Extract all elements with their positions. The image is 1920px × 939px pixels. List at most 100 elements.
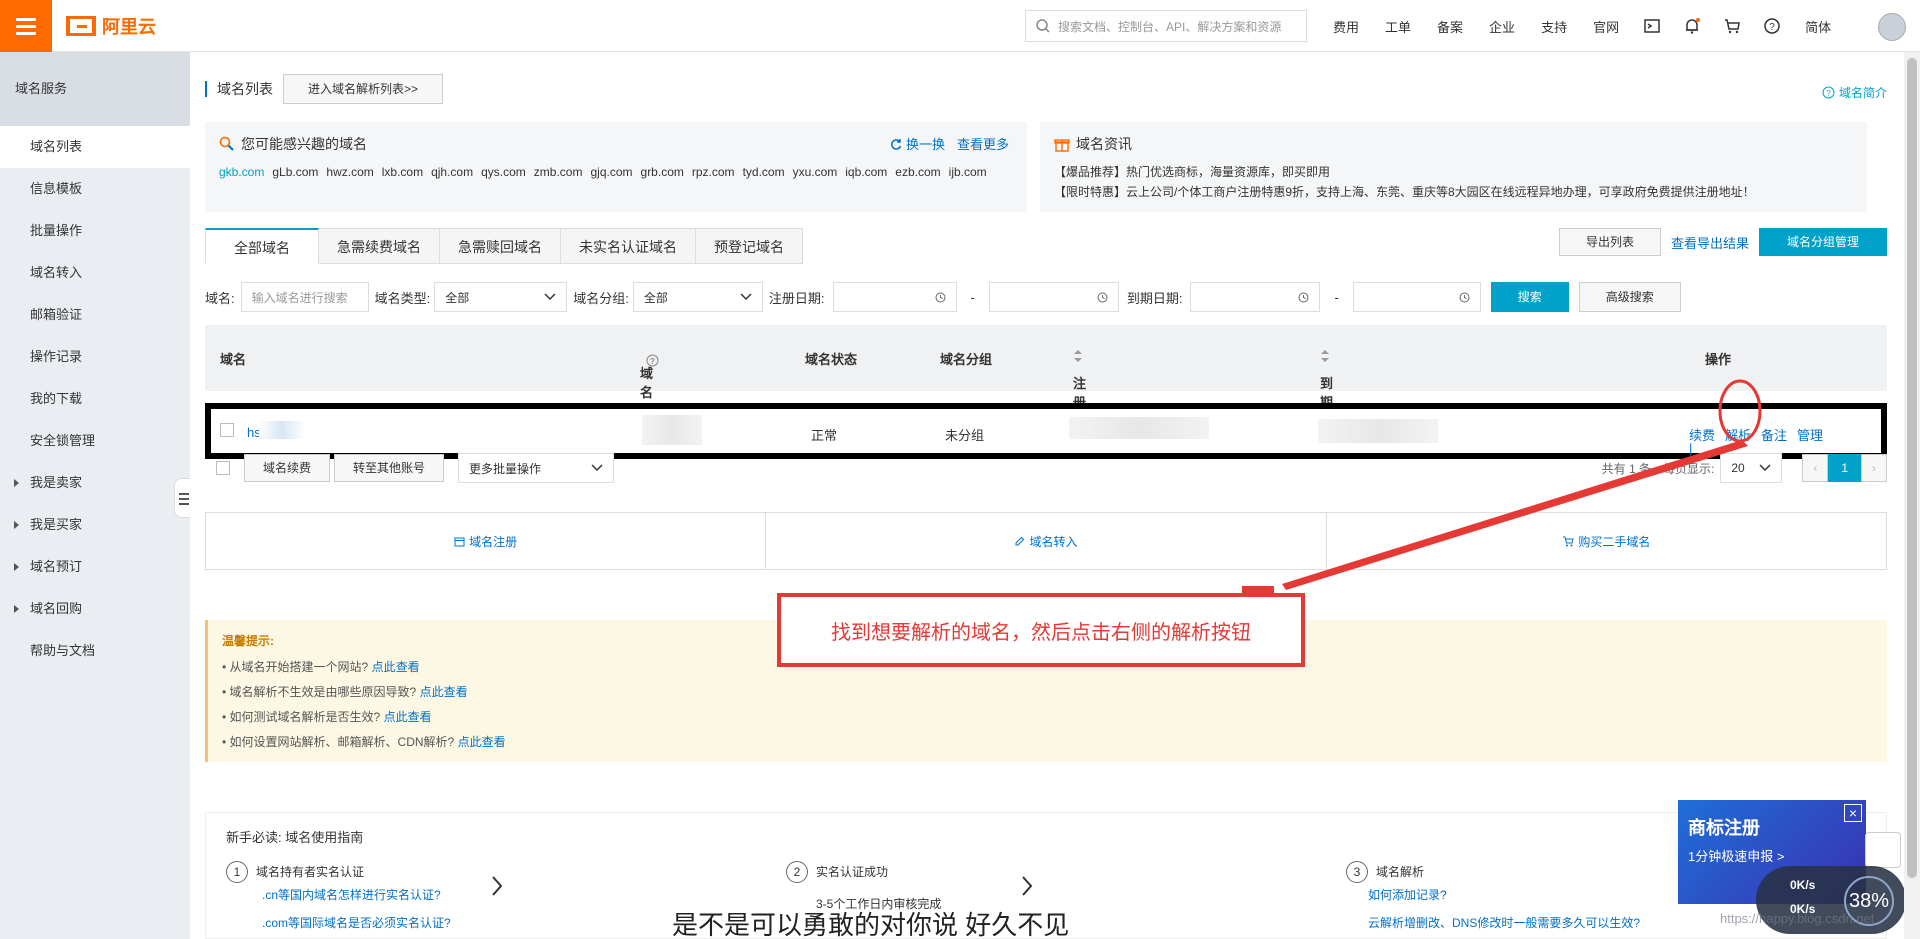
video-subtitle: 是不是可以勇敢的对你说 好久不见 xyxy=(672,910,1070,939)
sidebar-item[interactable]: 帮助与文档 xyxy=(0,630,190,672)
sidebar-item[interactable]: 我是买家 xyxy=(0,504,190,546)
page-size-select[interactable]: 20 xyxy=(1720,453,1783,483)
advanced-search-button[interactable]: 高级搜索 xyxy=(1578,282,1681,312)
suggested-domain-link[interactable]: ezb.com xyxy=(895,165,940,179)
nav-website[interactable]: 官网 xyxy=(1593,17,1619,36)
group-select[interactable]: 全部 xyxy=(632,282,763,312)
sidebar-item[interactable]: 域名预订 xyxy=(0,546,190,588)
transfer-domain-button[interactable]: 域名转入 xyxy=(766,513,1327,569)
resolve-link[interactable]: 解析 xyxy=(1725,425,1751,444)
suggested-domain-link[interactable]: gkb.com xyxy=(219,165,264,179)
aliyun-logo[interactable]: 阿里云 xyxy=(66,14,156,38)
sidebar-item[interactable]: 我是卖家 xyxy=(0,462,190,504)
tab-unverified[interactable]: 未实名认证域名 xyxy=(561,228,696,264)
suggested-domain-link[interactable]: grb.com xyxy=(641,165,684,179)
next-page-button[interactable]: › xyxy=(1861,454,1887,482)
menu-icon[interactable] xyxy=(0,0,52,52)
search-button[interactable]: 搜索 xyxy=(1490,282,1569,312)
global-search-input[interactable]: 搜索文档、控制台、API、解决方案和资源 xyxy=(1025,10,1307,42)
group-manage-button[interactable]: 域名分组管理 xyxy=(1758,228,1887,256)
export-list-button[interactable]: 导出列表 xyxy=(1558,228,1661,256)
suggested-domain-link[interactable]: yxu.com xyxy=(793,165,838,179)
suggested-domains-panel: 您可能感兴趣的域名 换一换 查看更多 gkb.com gLb.com hwz.com… xyxy=(205,122,1027,212)
row-checkbox[interactable] xyxy=(220,423,234,437)
exp-date-end[interactable] xyxy=(1352,282,1481,312)
tab-redeem-needed[interactable]: 急需赎回域名 xyxy=(440,228,561,264)
news-line-2[interactable]: 【限时特惠】云上公司/个体工商户注册特惠9折，支持上海、东莞、重庆等8大园区在线… xyxy=(1054,182,1853,202)
lang-switch[interactable]: 简体 xyxy=(1805,17,1831,36)
bulk-renew-button[interactable]: 域名续费 xyxy=(244,454,331,482)
view-export-link[interactable]: 查看导出结果 xyxy=(1671,233,1749,252)
sidebar-item[interactable]: 批量操作 xyxy=(0,210,190,252)
suggested-domain-link[interactable]: gjq.com xyxy=(590,165,632,179)
transfer-account-button[interactable]: 转至其他账号 xyxy=(334,454,445,482)
view-more-link[interactable]: 查看更多 xyxy=(957,134,1009,153)
suggested-domain-link[interactable]: iqb.com xyxy=(845,165,887,179)
scrollbar[interactable] xyxy=(1904,52,1920,939)
scrollbar-thumb[interactable] xyxy=(1907,58,1917,878)
sidebar-item[interactable]: 我的下载 xyxy=(0,378,190,420)
suggested-domain-link[interactable]: tyd.com xyxy=(743,165,785,179)
refresh-link[interactable]: 换一换 xyxy=(890,134,945,153)
tab-renew-needed[interactable]: 急需续费域名 xyxy=(319,228,440,264)
nav-fees[interactable]: 费用 xyxy=(1333,17,1359,36)
tab-all-domains[interactable]: 全部域名 xyxy=(205,228,319,264)
sidebar-item[interactable]: 邮箱验证 xyxy=(0,294,190,336)
nav-support[interactable]: 支持 xyxy=(1541,17,1567,36)
page-1-button[interactable]: 1 xyxy=(1828,454,1861,482)
reg-date-end[interactable] xyxy=(988,282,1119,312)
domain-search-input[interactable]: 输入域名进行搜索 xyxy=(240,282,369,312)
suggested-domain-link[interactable]: gLb.com xyxy=(272,165,318,179)
suggested-domain-link[interactable]: lxb.com xyxy=(382,165,423,179)
nav-enterprise[interactable]: 企业 xyxy=(1489,17,1515,36)
renew-link[interactable]: 续费 xyxy=(1689,425,1715,444)
sidebar-item[interactable]: 操作记录 xyxy=(0,336,190,378)
news-line-1[interactable]: 【爆品推荐】热门优选商标，海量资源库，即买即用 xyxy=(1054,162,1853,182)
suggested-domain-link[interactable]: qjh.com xyxy=(431,165,473,179)
remark-link[interactable]: 备注 xyxy=(1761,425,1787,444)
suggested-domain-link[interactable]: ijb.com xyxy=(949,165,987,179)
chat-icon[interactable] xyxy=(1865,832,1901,868)
domain-intro-link[interactable]: ? 域名简介 xyxy=(1822,84,1887,101)
type-select[interactable]: 全部 xyxy=(434,282,568,312)
more-bulk-select[interactable]: 更多批量操作 xyxy=(458,453,615,483)
nav-tickets[interactable]: 工单 xyxy=(1385,17,1411,36)
register-domain-button[interactable]: 域名注册 xyxy=(206,513,767,569)
buy-used-domain-button[interactable]: 购买二手域名 xyxy=(1327,513,1886,569)
tip-link[interactable]: 点此查看 xyxy=(458,735,506,749)
sidebar-item-label: 域名预订 xyxy=(30,559,83,574)
guide-link[interactable]: .cn等国内域名怎样进行实名认证? xyxy=(262,885,451,905)
avatar[interactable] xyxy=(1878,13,1906,41)
col-exp-date[interactable]: 到期日期 xyxy=(1320,349,1333,448)
sidebar-item[interactable]: 安全锁管理 xyxy=(0,420,190,462)
manage-link[interactable]: 管理 xyxy=(1797,425,1823,444)
reg-date-start[interactable] xyxy=(832,282,957,312)
sidebar-item[interactable]: 域名回购 xyxy=(0,588,190,630)
guide-link[interactable]: .com等国际域名是否必须实名认证? xyxy=(262,905,451,939)
suggested-domain-link[interactable]: hwz.com xyxy=(326,165,373,179)
tip-link[interactable]: 点此查看 xyxy=(372,660,420,674)
prev-page-button[interactable]: ‹ xyxy=(1802,454,1829,482)
select-all-checkbox[interactable] xyxy=(216,461,230,475)
guide-link[interactable]: 云解析增删改、DNS修改时一般需要多久可以生效? xyxy=(1368,905,1640,939)
guide-link[interactable]: 如何添加记录? xyxy=(1368,885,1640,905)
nav-icp[interactable]: 备案 xyxy=(1437,17,1463,36)
suggested-domain-link[interactable]: qys.com xyxy=(481,165,526,179)
exp-date-start[interactable] xyxy=(1190,282,1321,312)
tip-link[interactable]: 点此查看 xyxy=(420,685,468,699)
suggested-domain-link[interactable]: rpz.com xyxy=(692,165,735,179)
terminal-icon[interactable] xyxy=(1643,17,1661,35)
sidebar-item[interactable]: 信息模板 xyxy=(0,168,190,210)
bell-icon[interactable] xyxy=(1683,17,1701,35)
tip-link[interactable]: 点此查看 xyxy=(384,710,432,724)
sidebar-collapse-handle[interactable] xyxy=(174,478,190,518)
cart-icon[interactable] xyxy=(1723,17,1741,35)
dns-list-button[interactable]: 进入域名解析列表>> xyxy=(283,74,444,104)
tab-preregistered[interactable]: 预登记域名 xyxy=(696,228,803,264)
suggested-domain-link[interactable]: zmb.com xyxy=(534,165,583,179)
help-icon[interactable]: ? xyxy=(1763,17,1781,35)
close-icon[interactable]: × xyxy=(1844,804,1862,822)
sidebar-item[interactable]: 域名转入 xyxy=(0,252,190,294)
sidebar-item[interactable]: 域名列表 xyxy=(0,126,190,168)
col-reg-date[interactable]: 注册日期 xyxy=(1073,349,1086,448)
